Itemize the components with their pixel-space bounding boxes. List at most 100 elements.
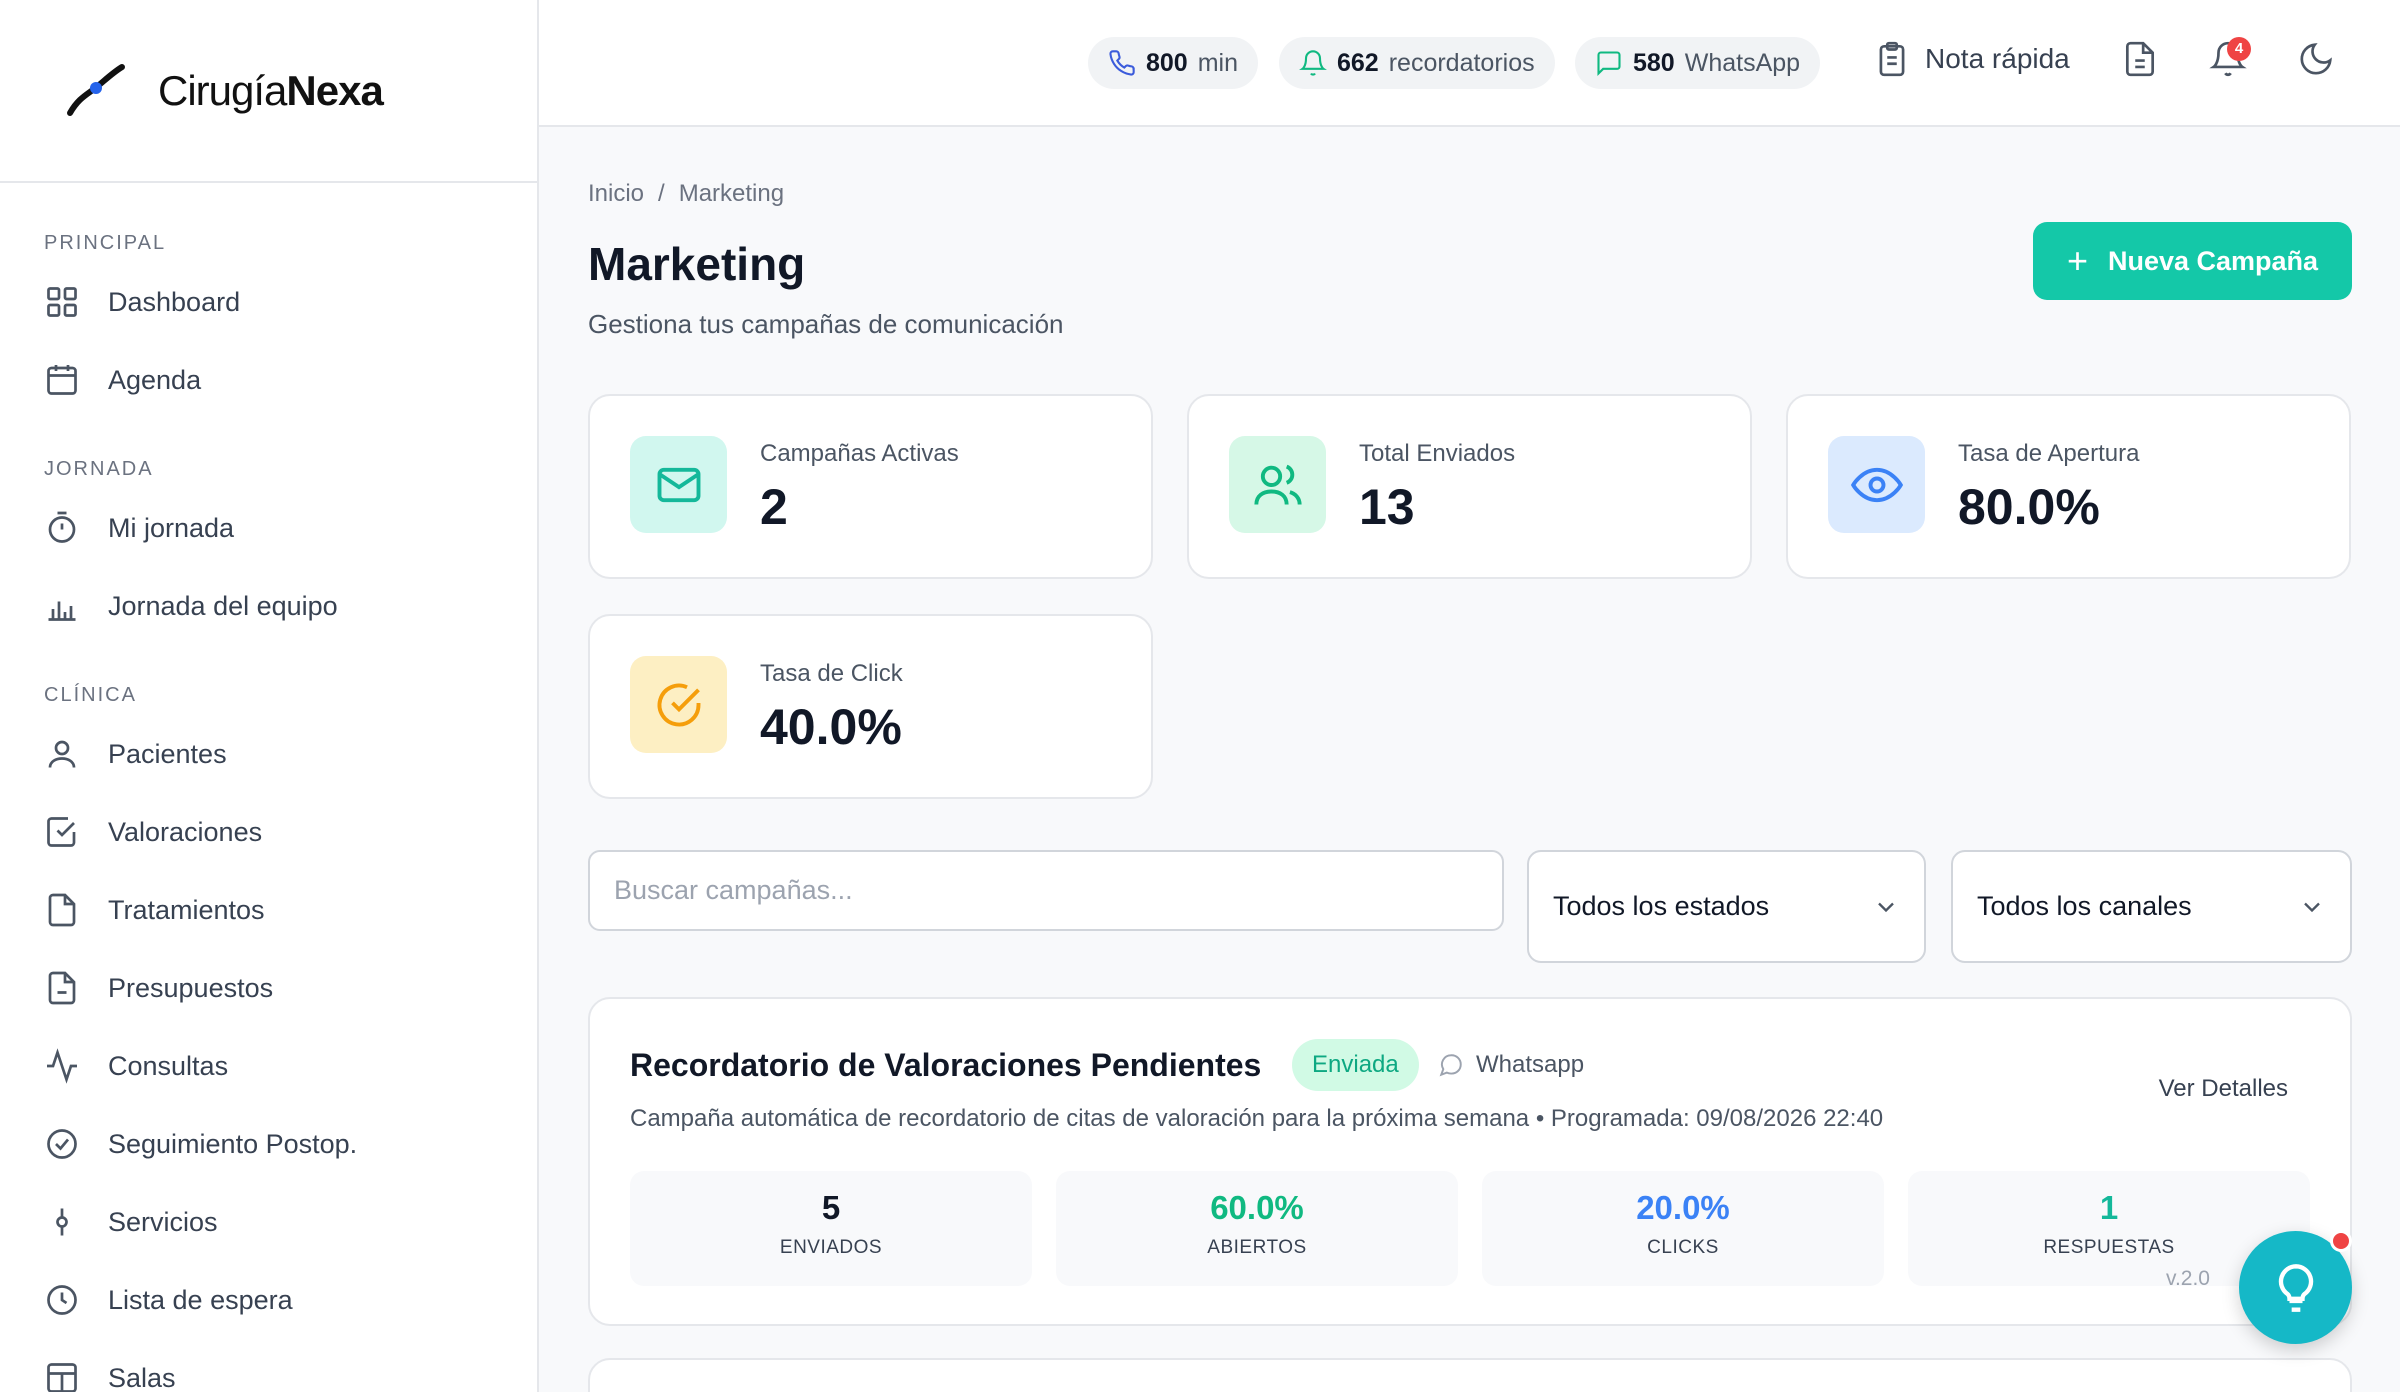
brand-name: CirugíaNexa — [158, 66, 384, 114]
sidebar-item-label: Lista de espera — [108, 1284, 293, 1315]
pill-label: min — [1197, 48, 1239, 77]
pill-value: 580 — [1633, 48, 1675, 77]
new-campaign-button[interactable]: + Nueva Campaña — [2033, 222, 2352, 300]
git-commit-icon — [56, 1208, 68, 1236]
stat-label: Tasa de Click — [760, 660, 903, 687]
sidebar-item-presupuestos[interactable]: Presupuestos — [0, 949, 537, 1027]
sidebar-item-dashboard[interactable]: Dashboard — [0, 263, 537, 341]
sidebar-item-label: Consultas — [108, 1050, 229, 1081]
metric-value: 60.0% — [1210, 1189, 1304, 1226]
sidebar-item-pacientes[interactable]: Pacientes — [0, 715, 537, 793]
metric-clicks: 20.0% CLICKS — [1482, 1171, 1884, 1286]
quick-note-button[interactable]: Nota rápida — [1873, 40, 2070, 78]
stat-card-campanas-activas: Campañas Activas 2 — [588, 394, 1153, 579]
plus-icon: + — [2066, 240, 2088, 281]
minutes-pill[interactable]: 800 min — [1088, 37, 1259, 89]
pill-label: WhatsApp — [1684, 48, 1801, 77]
sidebar-item-agenda[interactable]: Agenda — [0, 341, 537, 419]
sidebar-item-label: Servicios — [108, 1206, 218, 1237]
campaign-description: Campaña automática de recordatorio de ci… — [630, 1105, 1884, 1132]
stat-value: 80.0% — [1958, 479, 2100, 535]
stat-value: 13 — [1359, 479, 1415, 535]
mail-icon — [657, 467, 700, 502]
stat-value: 40.0% — [760, 699, 902, 755]
sidebar-item-tratamientos[interactable]: Tratamientos — [0, 871, 537, 949]
sidebar-item-valoraciones[interactable]: Valoraciones — [0, 793, 537, 871]
sidebar-item-servicios[interactable]: Servicios — [0, 1183, 537, 1261]
campaign-card[interactable]: Recordatorio de Valoraciones Pendientes … — [588, 997, 2352, 1326]
sidebar-item-label: Jornada del equipo — [108, 590, 338, 621]
quick-note-label: Nota rápida — [1925, 43, 2070, 74]
layout-icon — [47, 1363, 77, 1392]
bell-icon — [1299, 50, 1327, 76]
section-clinica: CLÍNICA — [44, 684, 137, 706]
logo[interactable]: CirugíaNexa — [0, 0, 537, 183]
moon-icon — [2300, 43, 2332, 75]
whatsapp-pill[interactable]: 580 WhatsApp — [1575, 37, 1821, 89]
status-select-value: Todos los estados — [1553, 891, 1770, 921]
sidebar-item-mi-jornada[interactable]: Mi jornada — [0, 489, 537, 567]
stat-label: Campañas Activas — [760, 440, 959, 467]
sidebar-item-salas[interactable]: Salas — [0, 1339, 537, 1392]
version-label: v.2.0 — [2166, 1267, 2210, 1290]
page-subtitle: Gestiona tus campañas de comunicación — [588, 309, 1064, 339]
pill-label: recordatorios — [1388, 48, 1535, 77]
campaign-channel-label: Whatsapp — [1476, 1051, 1585, 1078]
breadcrumb-home[interactable]: Inicio — [588, 180, 644, 207]
channel-select[interactable]: Todos los canales — [1951, 850, 2352, 963]
check-circle-icon — [47, 1129, 77, 1159]
metric-label: ABIERTOS — [1207, 1237, 1307, 1258]
theme-toggle[interactable] — [2297, 40, 2335, 78]
metric-abiertos: 60.0% ABIERTOS — [1056, 1171, 1458, 1286]
stat-icon-box — [630, 656, 727, 753]
campaign-card[interactable] — [588, 1358, 2352, 1392]
sidebar-item-lista-espera[interactable]: Lista de espera — [0, 1261, 537, 1339]
check-square-icon — [47, 817, 76, 847]
logo-icon — [67, 63, 125, 116]
metric-value: 5 — [821, 1189, 841, 1226]
users-icon — [1253, 464, 1302, 505]
new-campaign-label: Nueva Campaña — [2107, 245, 2319, 276]
sidebar-item-jornada-equipo[interactable]: Jornada del equipo — [0, 567, 537, 645]
pill-value: 800 — [1146, 48, 1188, 77]
sidebar-item-seguimiento-postop[interactable]: Seguimiento Postop. — [0, 1105, 537, 1183]
pill-value: 662 — [1337, 48, 1379, 77]
view-details-link[interactable]: Ver Detalles — [2159, 1075, 2288, 1103]
section-jornada: JORNADA — [44, 458, 154, 480]
stat-card-total-enviados: Total Enviados 13 — [1187, 394, 1752, 579]
check-circle-icon — [657, 683, 700, 726]
campaign-channel: Whatsapp — [1438, 1051, 1584, 1079]
document-icon — [2125, 41, 2155, 77]
chat-bubble-icon — [1439, 1054, 1462, 1077]
status-select[interactable]: Todos los estados — [1527, 850, 1926, 963]
topbar: 800 min 662 recordatorios 580 WhatsApp N… — [539, 0, 2400, 127]
sidebar-item-label: Valoraciones — [108, 816, 263, 847]
campaign-title: Recordatorio de Valoraciones Pendientes — [630, 1047, 1262, 1083]
sidebar-item-consultas[interactable]: Consultas — [0, 1027, 537, 1105]
page-title: Marketing — [588, 238, 806, 290]
breadcrumb-current: Marketing — [678, 180, 785, 207]
metric-label: CLICKS — [1647, 1237, 1719, 1258]
channel-select-value: Todos los canales — [1977, 891, 2192, 921]
grid-icon — [47, 287, 77, 317]
metric-enviados: 5 ENVIADOS — [630, 1171, 1032, 1286]
stat-label: Total Enviados — [1359, 440, 1516, 467]
lightbulb-icon — [2278, 1263, 2313, 1312]
metric-value: 20.0% — [1636, 1189, 1730, 1226]
reminders-pill[interactable]: 662 recordatorios — [1279, 37, 1555, 89]
stat-card-tasa-click: Tasa de Click 40.0% — [588, 614, 1153, 799]
timer-icon — [48, 511, 76, 543]
stat-card-tasa-apertura: Tasa de Apertura 80.0% — [1786, 394, 2351, 579]
documents-button[interactable] — [2121, 40, 2159, 78]
sidebar: CirugíaNexa PRINCIPAL Dashboard Agenda J… — [0, 0, 539, 1392]
search-input[interactable] — [588, 850, 1504, 931]
sidebar-item-label: Agenda — [108, 364, 202, 395]
file-minus-icon — [48, 971, 76, 1005]
calendar-icon — [47, 365, 77, 395]
file-icon — [48, 893, 76, 927]
sidebar-nav: PRINCIPAL Dashboard Agenda JORNADA Mi jo… — [0, 183, 537, 1392]
notifications-button[interactable]: 4 — [2209, 37, 2251, 78]
stat-label: Tasa de Apertura — [1958, 440, 2140, 467]
stat-value: 2 — [760, 479, 788, 535]
fab-notification-dot — [2330, 1230, 2352, 1252]
